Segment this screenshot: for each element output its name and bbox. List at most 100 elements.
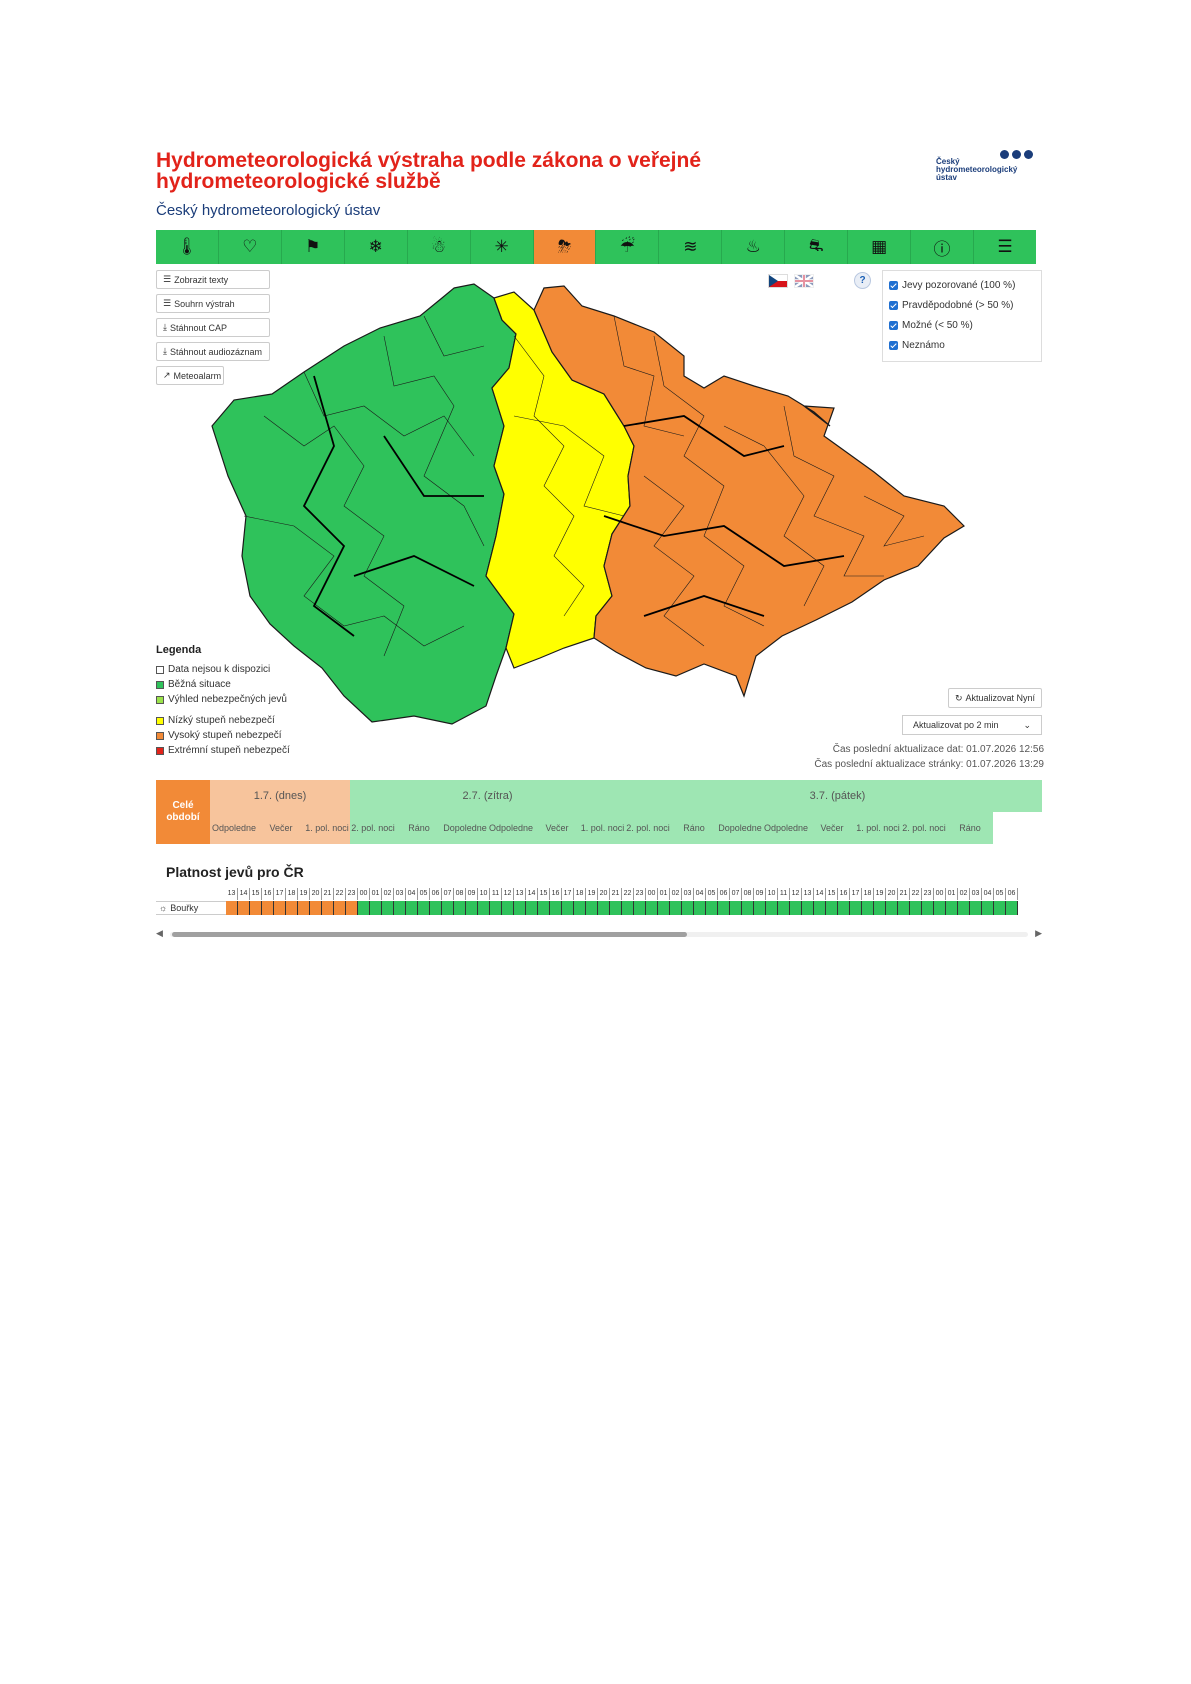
- validity-cell[interactable]: [514, 901, 526, 915]
- validity-cell[interactable]: [1006, 901, 1018, 915]
- validity-cell[interactable]: [730, 901, 742, 915]
- validity-cell[interactable]: [406, 901, 418, 915]
- validity-cell[interactable]: [802, 901, 814, 915]
- validity-cell[interactable]: [742, 901, 754, 915]
- validity-cell[interactable]: [466, 901, 478, 915]
- validity-cell[interactable]: [262, 901, 274, 915]
- validity-cell[interactable]: [490, 901, 502, 915]
- scroll-left-icon[interactable]: ◀: [156, 928, 163, 939]
- validity-cell[interactable]: [562, 901, 574, 915]
- validity-cell[interactable]: [886, 901, 898, 915]
- validity-cell[interactable]: [382, 901, 394, 915]
- toolbar-windsock-button[interactable]: ⚑: [282, 230, 345, 264]
- validity-cell[interactable]: [442, 901, 454, 915]
- toolbar-thermometer-button[interactable]: 🌡: [156, 230, 219, 264]
- validity-cell[interactable]: [610, 901, 622, 915]
- validity-cell[interactable]: [694, 901, 706, 915]
- timeline-day-part[interactable]: Dopoledne: [717, 812, 763, 844]
- whole-period-cell[interactable]: Celé období: [156, 780, 210, 844]
- scroll-thumb[interactable]: [172, 932, 687, 937]
- validity-cell[interactable]: [634, 901, 646, 915]
- validity-cell[interactable]: [358, 901, 370, 915]
- toolbar-snow-button[interactable]: ❄: [345, 230, 408, 264]
- validity-cell[interactable]: [454, 901, 466, 915]
- auto-refresh-select[interactable]: Aktualizovat po 2 min ⌄: [902, 715, 1042, 735]
- checkbox-probable[interactable]: Pravděpodobné (> 50 %): [889, 295, 1035, 315]
- validity-cell[interactable]: [658, 901, 670, 915]
- validity-cell[interactable]: [754, 901, 766, 915]
- checkbox-checked-icon[interactable]: [889, 320, 898, 330]
- validity-cell[interactable]: [946, 901, 958, 915]
- validity-cell[interactable]: [934, 901, 946, 915]
- checkbox-unknown[interactable]: Neznámo: [889, 335, 1035, 355]
- timeline-day-part[interactable]: Večer: [809, 812, 855, 844]
- validity-cell[interactable]: [502, 901, 514, 915]
- validity-cell[interactable]: [346, 901, 358, 915]
- validity-cell[interactable]: [394, 901, 406, 915]
- validity-cell[interactable]: [838, 901, 850, 915]
- toolbar-heart-pulse-button[interactable]: ♡: [219, 230, 282, 264]
- validity-cell[interactable]: [538, 901, 550, 915]
- timeline-day-part[interactable]: Odpoledne: [210, 812, 258, 844]
- timeline-day-part[interactable]: Dopoledne: [442, 812, 488, 844]
- toolbar-list-button[interactable]: ☰: [974, 230, 1036, 264]
- validity-cell[interactable]: [298, 901, 310, 915]
- uk-flag-icon[interactable]: [794, 274, 814, 288]
- checkbox-possible[interactable]: Možné (< 50 %): [889, 315, 1035, 335]
- validity-cell[interactable]: [598, 901, 610, 915]
- validity-cell[interactable]: [850, 901, 862, 915]
- refresh-now-button[interactable]: ↻ Aktualizovat Nyní: [948, 688, 1042, 708]
- validity-cell[interactable]: [958, 901, 970, 915]
- help-icon[interactable]: ?: [854, 272, 871, 289]
- validity-cell[interactable]: [418, 901, 430, 915]
- toolbar-rain-button[interactable]: ☔: [596, 230, 660, 264]
- validity-cell[interactable]: [670, 901, 682, 915]
- timeline-day-part[interactable]: 2. pol. noci: [901, 812, 947, 844]
- validity-cell[interactable]: [574, 901, 586, 915]
- timeline-day-part[interactable]: Odpoledne: [763, 812, 809, 844]
- toolbar-frost-button[interactable]: ✳: [471, 230, 534, 264]
- timeline-day[interactable]: 2.7. (zítra): [350, 780, 625, 812]
- validity-cell[interactable]: [430, 901, 442, 915]
- timeline-day-part[interactable]: 1. pol. noci: [304, 812, 350, 844]
- toolbar-fire-button[interactable]: ♨: [722, 230, 786, 264]
- validity-cell[interactable]: [370, 901, 382, 915]
- validity-cell[interactable]: [226, 901, 238, 915]
- validity-cell[interactable]: [646, 901, 658, 915]
- validity-cell[interactable]: [526, 901, 538, 915]
- checkbox-observed[interactable]: Jevy pozorované (100 %): [889, 275, 1035, 295]
- scroll-right-icon[interactable]: ▶: [1035, 928, 1042, 939]
- timeline-day[interactable]: 3.7. (pátek): [625, 780, 1042, 812]
- timeline-day-part[interactable]: Ráno: [396, 812, 442, 844]
- checkbox-checked-icon[interactable]: [889, 280, 898, 290]
- czech-flag-icon[interactable]: [768, 274, 788, 288]
- timeline-day-part[interactable]: 1. pol. noci: [580, 812, 625, 844]
- validity-cell[interactable]: [550, 901, 562, 915]
- timeline-day[interactable]: 1.7. (dnes): [210, 780, 350, 812]
- toolbar-flood-button[interactable]: ≋: [659, 230, 723, 264]
- validity-cell[interactable]: [706, 901, 718, 915]
- validity-cell[interactable]: [334, 901, 346, 915]
- toolbar-warning-button[interactable]: ⓘ: [911, 230, 974, 264]
- validity-cell[interactable]: [310, 901, 322, 915]
- toolbar-smog-button[interactable]: ▦: [848, 230, 912, 264]
- timeline-day-part[interactable]: 1. pol. noci: [855, 812, 901, 844]
- validity-cell[interactable]: [874, 901, 886, 915]
- timeline-day-part[interactable]: Večer: [534, 812, 580, 844]
- validity-cell[interactable]: [898, 901, 910, 915]
- validity-cell[interactable]: [790, 901, 802, 915]
- validity-row-label[interactable]: ☼ Bouřky: [156, 901, 226, 915]
- validity-cell[interactable]: [478, 901, 490, 915]
- validity-cell[interactable]: [814, 901, 826, 915]
- checkbox-checked-icon[interactable]: [889, 340, 898, 350]
- validity-cell[interactable]: [286, 901, 298, 915]
- validity-cell[interactable]: [250, 901, 262, 915]
- validity-cell[interactable]: [778, 901, 790, 915]
- validity-cell[interactable]: [982, 901, 994, 915]
- timeline-day-part[interactable]: Večer: [258, 812, 304, 844]
- validity-cell[interactable]: [826, 901, 838, 915]
- timeline-day-part[interactable]: 2. pol. noci: [625, 812, 671, 844]
- validity-cell[interactable]: [238, 901, 250, 915]
- timeline-day-part[interactable]: 2. pol. noci: [350, 812, 396, 844]
- validity-cell[interactable]: [922, 901, 934, 915]
